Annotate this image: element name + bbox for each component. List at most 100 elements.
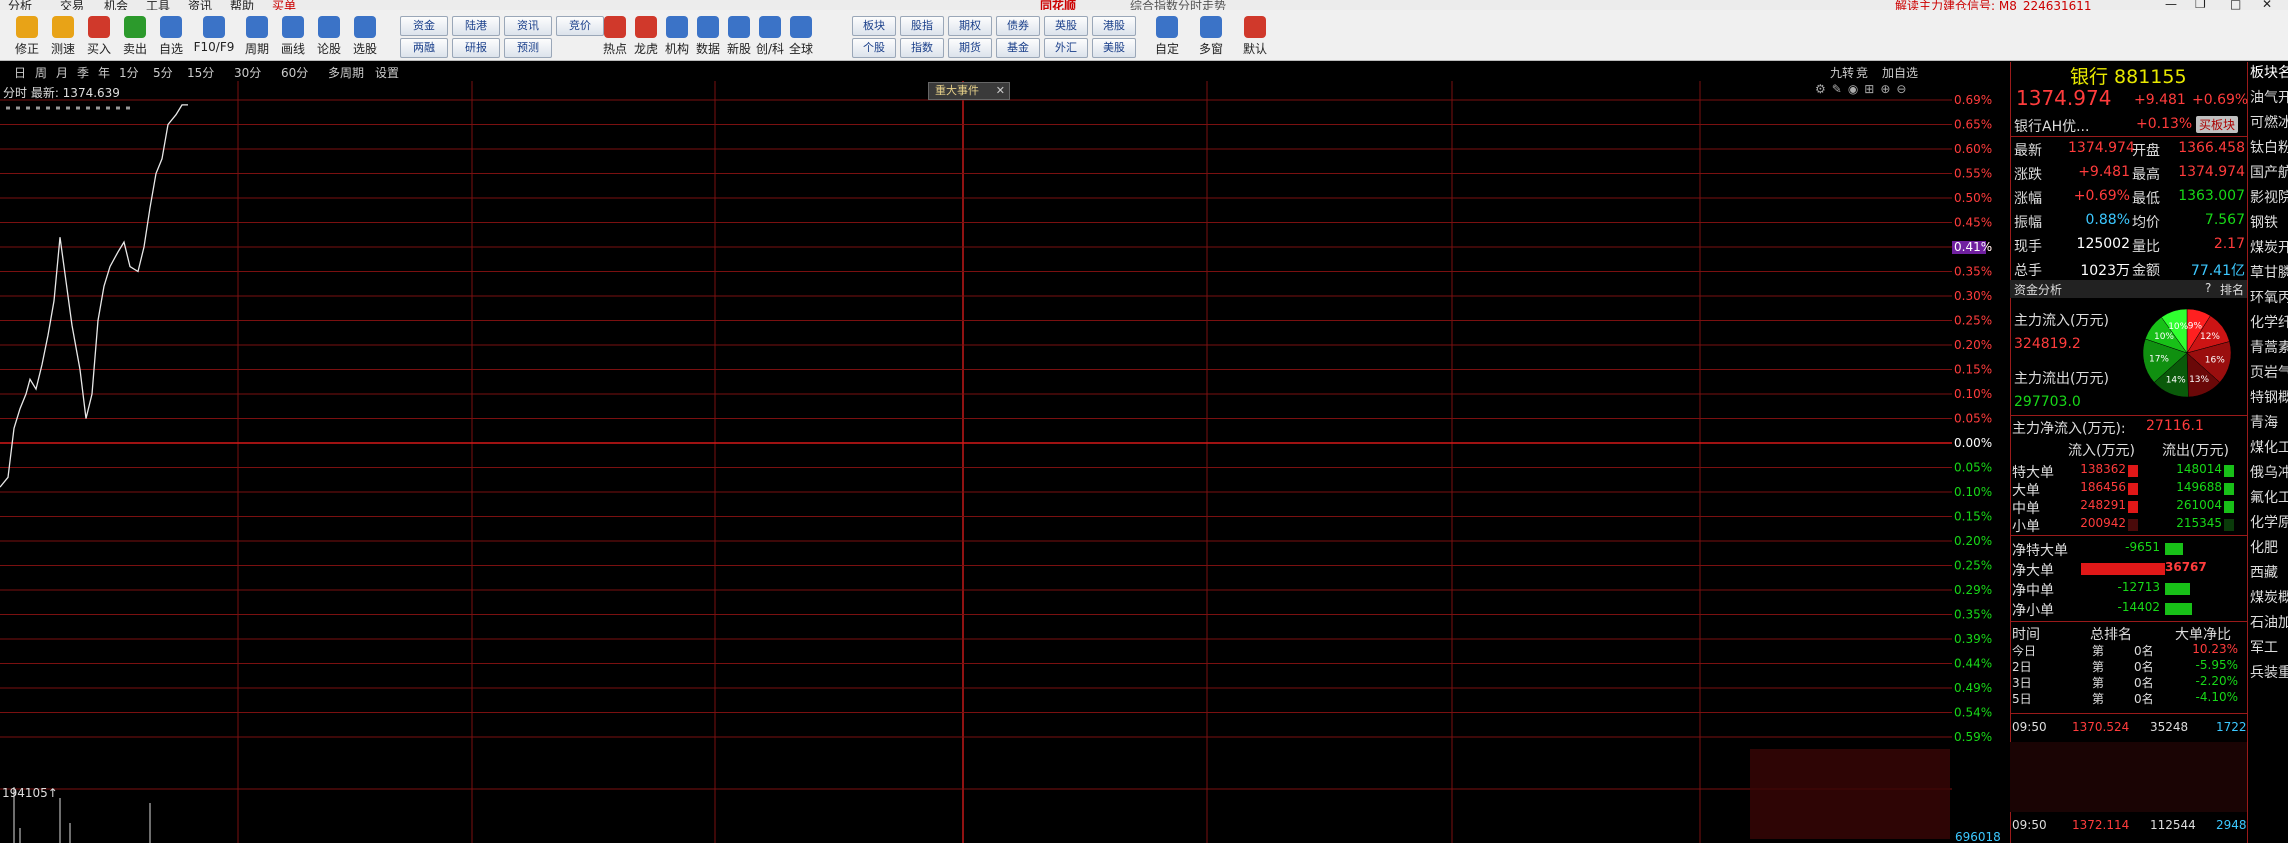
market-btn-4[interactable]: 英股: [1044, 16, 1088, 36]
menu-news[interactable]: 资讯: [188, 0, 212, 10]
quick-btn2-0[interactable]: 两融: [400, 38, 448, 58]
sector-item[interactable]: 影视院: [2250, 187, 2288, 207]
toolbar-chat-button[interactable]: 论股: [314, 14, 344, 60]
market-btn2-5[interactable]: 美股: [1092, 38, 1136, 58]
toolbar-newstock-button[interactable]: 新股: [724, 14, 754, 60]
menu-tools[interactable]: 工具: [146, 0, 170, 10]
market-btn2-2[interactable]: 期货: [948, 38, 992, 58]
maximize-button[interactable]: □: [2230, 0, 2241, 10]
timeshare-chart[interactable]: 0.69%0.65%0.60%0.55%0.50%0.45%0.40%0.35%…: [0, 81, 2001, 843]
quick-btn-1[interactable]: 陆港: [452, 16, 500, 36]
period-tab-7[interactable]: 15分: [187, 64, 214, 81]
minimize-button[interactable]: —: [2165, 0, 2177, 10]
market-btn2-0[interactable]: 个股: [852, 38, 896, 58]
period-tab-2[interactable]: 月: [56, 64, 68, 81]
period-tab-8[interactable]: 30分: [234, 64, 261, 81]
sector-item[interactable]: 板块名: [2250, 62, 2288, 82]
sector-item[interactable]: 煤炭开: [2250, 237, 2288, 257]
toolbar-buy-button[interactable]: 买入: [84, 14, 114, 60]
help-icon[interactable]: ?: [2205, 281, 2211, 295]
period-tab-3[interactable]: 季: [77, 64, 89, 81]
toolbar-custom-button[interactable]: 自定: [1152, 14, 1182, 60]
toolbar-data-button[interactable]: 数据: [693, 14, 723, 60]
market-btn2-1[interactable]: 指数: [900, 38, 944, 58]
sector-item[interactable]: 化学纤: [2250, 312, 2288, 332]
toolbar-fire-button[interactable]: 热点: [600, 14, 630, 60]
quick-btn-2[interactable]: 资讯: [504, 16, 552, 36]
sector-item[interactable]: 草甘膦: [2250, 262, 2288, 282]
period-tab-10[interactable]: 多周期: [328, 64, 364, 81]
quick-btn-3[interactable]: 竞价: [556, 16, 604, 36]
sector-item[interactable]: 环氧丙: [2250, 287, 2288, 307]
sector-item[interactable]: 氟化工: [2250, 487, 2288, 507]
quick-btn-0[interactable]: 资金: [400, 16, 448, 36]
period-tab-1[interactable]: 周: [35, 64, 47, 81]
sector-item[interactable]: 俄乌冲: [2250, 462, 2288, 482]
sector-item[interactable]: 青蒿素: [2250, 337, 2288, 357]
period-tab-11[interactable]: 设置: [375, 64, 399, 81]
market-btn2-3[interactable]: 基金: [996, 38, 1040, 58]
toolbar-dragon-button[interactable]: 龙虎: [631, 14, 661, 60]
sector-item[interactable]: 化学原: [2250, 512, 2288, 532]
period-tab-6[interactable]: 5分: [153, 64, 173, 81]
event-tag[interactable]: 重大事件 ✕: [928, 82, 1010, 100]
sector-item[interactable]: 军工: [2250, 637, 2288, 657]
toolbar-speed-button[interactable]: 测速: [48, 14, 78, 60]
menu-order[interactable]: 买单: [272, 0, 296, 10]
sector-item[interactable]: 西藏: [2250, 562, 2288, 582]
toolbar-clock-button[interactable]: 周期: [242, 14, 272, 60]
toolbar-sell-button[interactable]: 卖出: [120, 14, 150, 60]
sector-item[interactable]: 青海: [2250, 412, 2288, 432]
toolbar-star-button[interactable]: 自选: [156, 14, 186, 60]
sector-item[interactable]: 特钢概: [2250, 387, 2288, 407]
chart-tool-icons[interactable]: ⚙✎◉⊞⊕⊖: [1815, 82, 1912, 96]
market-btn-2[interactable]: 期权: [948, 16, 992, 36]
market-btn2-4[interactable]: 外汇: [1044, 38, 1088, 58]
sector-item[interactable]: 兵装重: [2250, 662, 2288, 682]
sector-item[interactable]: 油气开: [2250, 87, 2288, 107]
toolbar-window-button[interactable]: 多窗: [1196, 14, 1226, 60]
rank-button[interactable]: 排名: [2220, 281, 2244, 298]
close-icon[interactable]: ✕: [996, 83, 1005, 99]
period-tab-4[interactable]: 年: [98, 64, 110, 81]
close-button[interactable]: ✕: [2262, 0, 2272, 10]
menu-analysis[interactable]: 分析: [8, 0, 32, 10]
period-tab-0[interactable]: 日: [14, 64, 26, 81]
sector-item[interactable]: 可燃冰: [2250, 112, 2288, 132]
toolbar-magnifier-button[interactable]: 选股: [350, 14, 380, 60]
quick-btn2-2[interactable]: 预测: [504, 38, 552, 58]
period-right-0[interactable]: 九转: [1830, 64, 1854, 81]
quote-value: 1023万: [2080, 263, 2130, 279]
toolbar-globe-button[interactable]: 全球: [786, 14, 816, 60]
market-btn-0[interactable]: 板块: [852, 16, 896, 36]
sector-item[interactable]: 国产航: [2250, 162, 2288, 182]
toolbar-home-button[interactable]: 默认: [1240, 14, 1270, 60]
period-tab-5[interactable]: 1分: [119, 64, 139, 81]
menu-opportunity[interactable]: 机会: [104, 0, 128, 10]
sector-item[interactable]: 煤炭概: [2250, 587, 2288, 607]
sector-item[interactable]: 煤化工: [2250, 437, 2288, 457]
period-tab-9[interactable]: 60分: [281, 64, 308, 81]
toolbar-f10-button[interactable]: F10/F9: [192, 14, 236, 60]
period-right-1[interactable]: 竞: [1856, 64, 1868, 81]
toolbar-refresh-button[interactable]: 修正: [12, 14, 42, 60]
restore-button[interactable]: ❐: [2195, 0, 2206, 10]
market-btn-1[interactable]: 股指: [900, 16, 944, 36]
market-btn-3[interactable]: 债券: [996, 16, 1040, 36]
menu-help[interactable]: 帮助: [230, 0, 254, 10]
buy-sector-button[interactable]: 买板块: [2196, 116, 2239, 133]
sector-item[interactable]: 页岩气: [2250, 362, 2288, 382]
toolbar-chart-button[interactable]: 创/科: [755, 14, 785, 60]
menu-trade[interactable]: 交易: [60, 0, 84, 10]
sector-item[interactable]: 化肥: [2250, 537, 2288, 557]
sector-item[interactable]: 石油加: [2250, 612, 2288, 632]
sector-item[interactable]: 钛白粉: [2250, 137, 2288, 157]
toolbar-bank-button[interactable]: 机构: [662, 14, 692, 60]
quick-btn2-1[interactable]: 研报: [452, 38, 500, 58]
ah-label[interactable]: 银行AH优...: [2014, 116, 2089, 136]
period-right-2[interactable]: 加自选: [1882, 64, 1918, 81]
sector-item[interactable]: 钢铁: [2250, 212, 2288, 232]
toolbar-pen-button[interactable]: 画线: [278, 14, 308, 60]
promo-text[interactable]: 解读主力建仓信号: M8_224631611: [1895, 0, 2092, 10]
market-btn-5[interactable]: 港股: [1092, 16, 1136, 36]
